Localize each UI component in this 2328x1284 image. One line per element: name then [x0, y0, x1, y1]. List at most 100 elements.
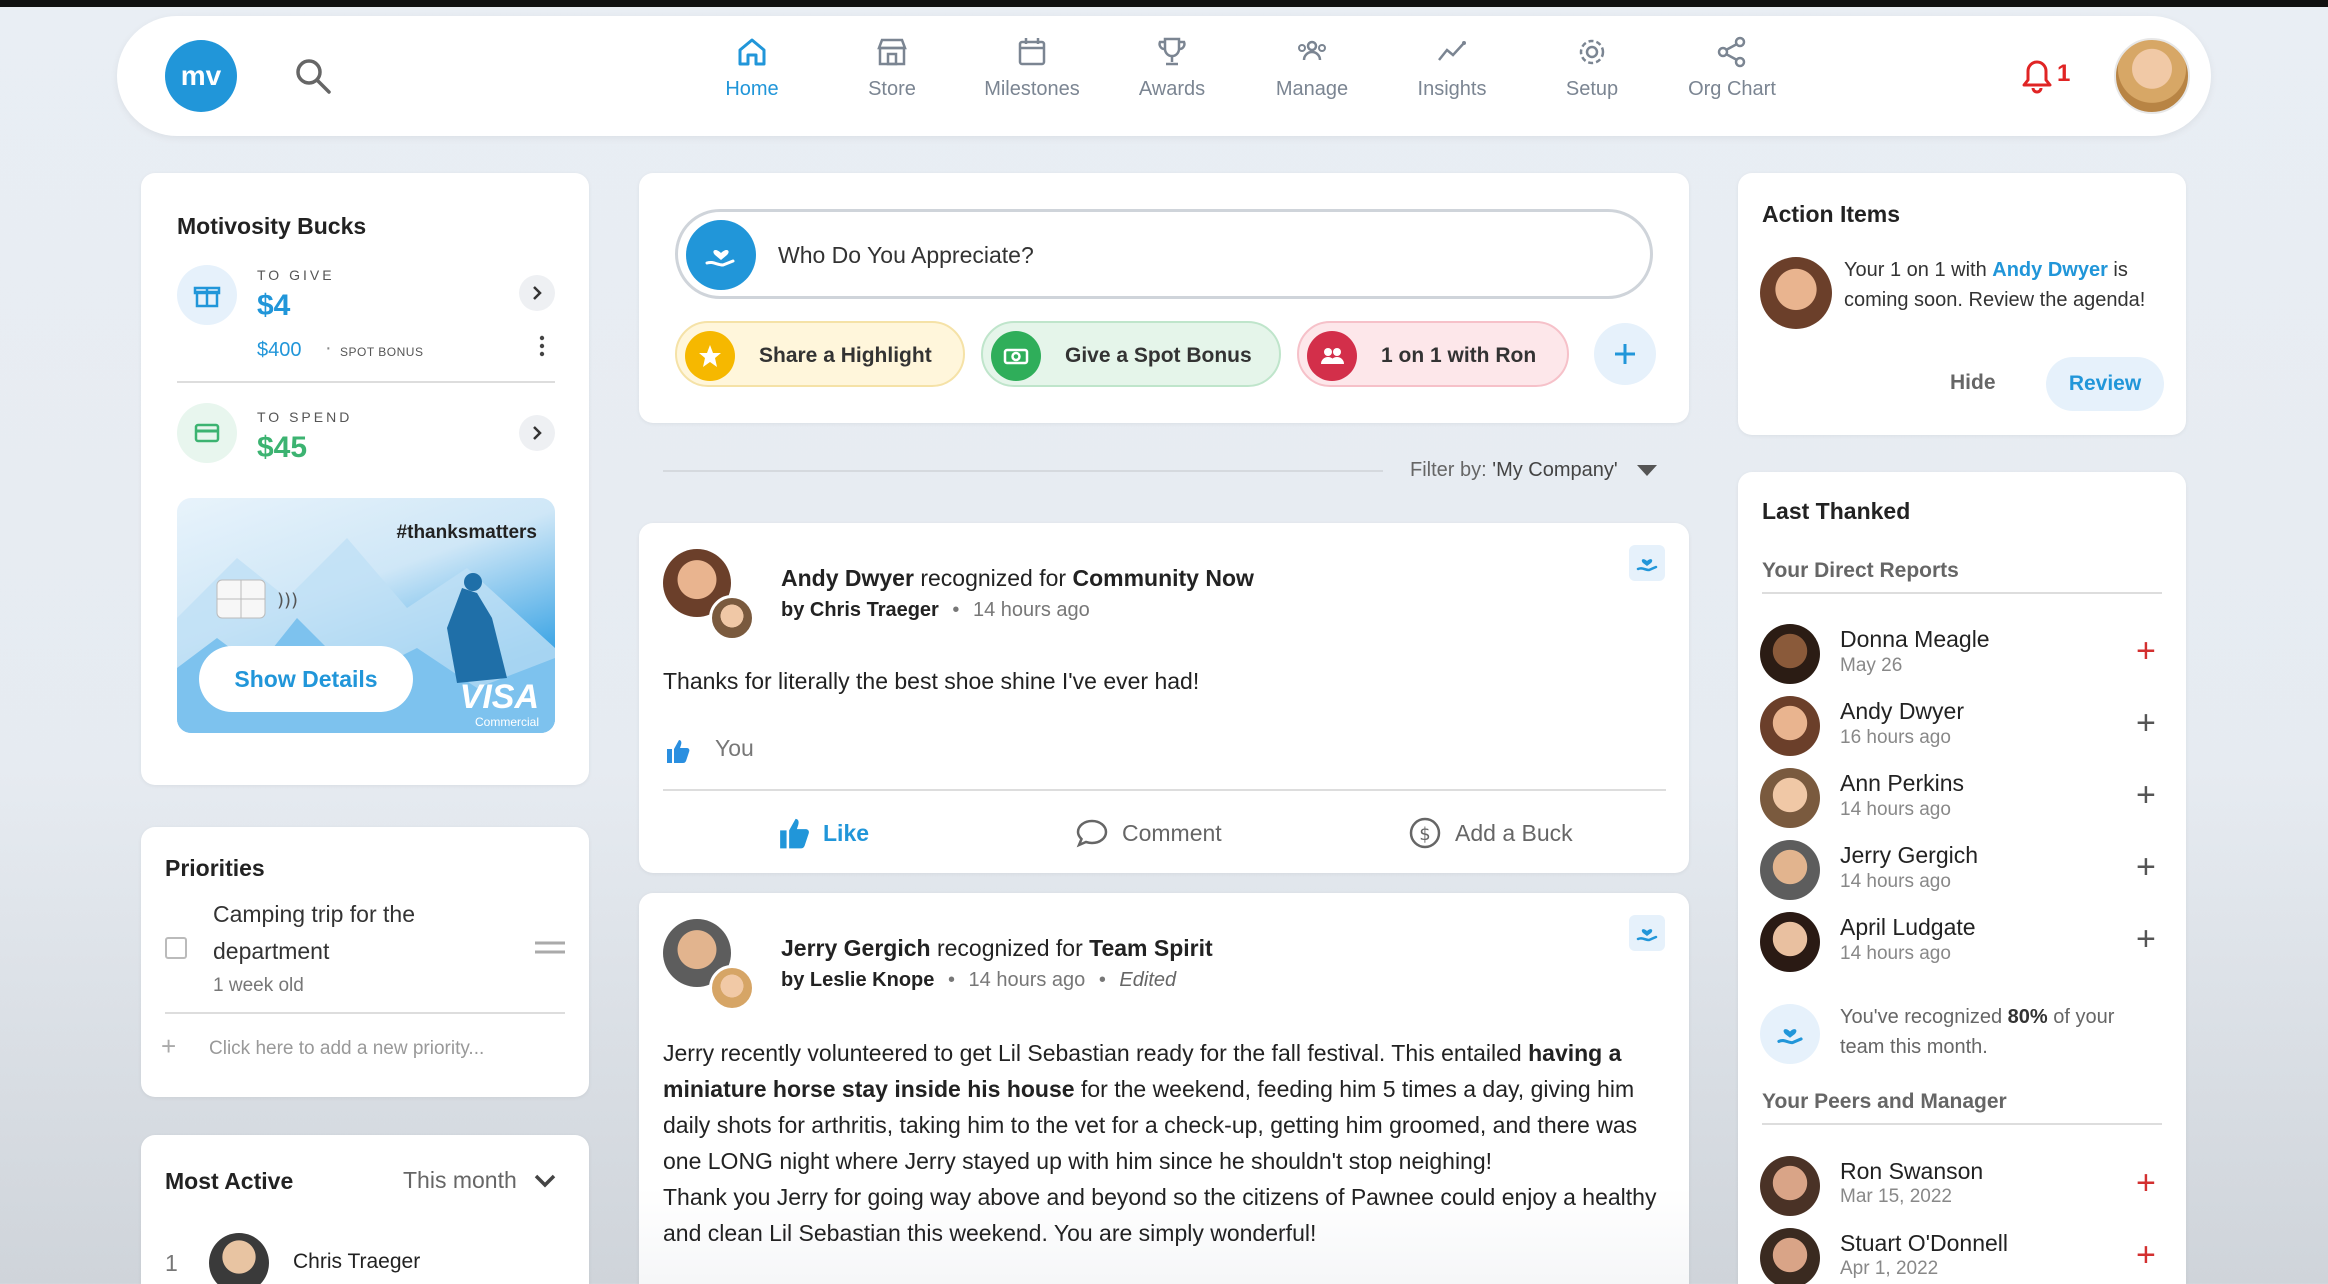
avatar[interactable] — [709, 595, 755, 641]
give-spot-bonus-button[interactable]: Give a Spot Bonus — [981, 321, 1281, 387]
chevron-down-icon[interactable] — [533, 1173, 557, 1189]
person-name[interactable]: April Ludgate — [1840, 914, 1976, 941]
thank-plus-icon[interactable]: + — [2136, 922, 2156, 956]
giver-name[interactable]: by Leslie Knope — [781, 969, 934, 991]
last-thanked-title: Last Thanked — [1762, 498, 1911, 524]
add-icon[interactable]: + — [161, 1031, 176, 1062]
giver-name[interactable]: by Chris Traeger — [781, 599, 939, 621]
thank-plus-icon[interactable]: + — [2136, 850, 2156, 884]
person-name[interactable]: Jerry Gergich — [1840, 842, 1978, 869]
appreciate-prompt: Who Do You Appreciate? — [778, 242, 1034, 268]
period-dropdown[interactable]: This month — [403, 1167, 517, 1194]
to-give-row[interactable]: TO GIVE $4 $400 · SPOT BONUS — [177, 265, 555, 365]
to-spend-row[interactable]: TO SPEND $45 — [177, 403, 555, 473]
thanked-date: 14 hours ago — [1840, 799, 1951, 820]
card-hashtag: #thanksmatters — [396, 522, 537, 543]
person-name[interactable]: Ron Swanson — [1840, 1158, 1983, 1185]
review-button[interactable]: Review — [2046, 357, 2164, 411]
person-name[interactable]: Andy Dwyer — [1840, 698, 1964, 725]
nav-store[interactable]: Store — [822, 34, 962, 101]
chevron-right-icon — [533, 286, 542, 300]
avatar[interactable] — [1760, 840, 1820, 900]
action-link[interactable]: Andy Dwyer — [1992, 259, 2108, 281]
hide-button[interactable]: Hide — [1950, 371, 1996, 395]
post-body: Thanks for literally the best shoe shine… — [663, 668, 1200, 694]
thank-plus-icon[interactable]: + — [2136, 1238, 2156, 1272]
dollar-icon: $ — [1409, 817, 1441, 849]
value-name[interactable]: Team Spirit — [1089, 935, 1213, 961]
person-name[interactable]: Stuart O'Donnell — [1840, 1230, 2008, 1257]
nav-manage[interactable]: Manage — [1242, 34, 1382, 101]
calendar-icon — [1018, 38, 1046, 66]
nav-awards[interactable]: Awards — [1102, 34, 1242, 101]
share-highlight-button[interactable]: Share a Highlight — [675, 321, 965, 387]
nav-label: Store — [868, 78, 916, 100]
notification-count: 1 — [2057, 60, 2071, 87]
thank-plus-icon[interactable]: + — [2136, 706, 2156, 740]
avatar[interactable] — [1760, 624, 1820, 684]
edited-label: Edited — [1119, 969, 1177, 991]
like-button[interactable]: Like — [775, 815, 869, 851]
add-buck-button[interactable]: $ Add a Buck — [1407, 815, 1573, 851]
spot-bonus-amount: $400 — [257, 339, 302, 361]
avatar[interactable] — [1760, 696, 1820, 756]
nav-milestones[interactable]: Milestones — [962, 34, 1102, 101]
nav-label: Milestones — [984, 78, 1080, 100]
pill-label: Share a Highlight — [759, 344, 932, 367]
avatar[interactable] — [709, 965, 755, 1011]
money-icon — [991, 331, 1041, 381]
user-avatar[interactable] — [2114, 38, 2190, 114]
comment-button[interactable]: Comment — [1074, 815, 1222, 851]
priority-checkbox[interactable] — [165, 937, 187, 959]
thanked-date: 16 hours ago — [1840, 727, 1951, 748]
motivosity-bucks-card: Motivosity Bucks TO GIVE $4 $400 · SPOT … — [141, 173, 589, 785]
post-title: Jerry Gergich recognized for Team Spirit — [781, 935, 1213, 962]
most-active-name: Chris Traeger — [293, 1250, 421, 1273]
appreciate-input[interactable]: Who Do You Appreciate? — [675, 209, 1653, 299]
thank-plus-icon[interactable]: + — [2136, 778, 2156, 812]
filter-dropdown[interactable]: Filter by: 'My Company' — [1410, 459, 1658, 482]
avatar[interactable] — [1760, 1156, 1820, 1216]
plus-icon — [1615, 344, 1635, 364]
dot-separator: · — [325, 337, 332, 359]
pill-label: 1 on 1 with Ron — [1381, 344, 1537, 367]
dot-separator: • — [1098, 969, 1106, 991]
show-details-button[interactable]: Show Details — [199, 646, 413, 712]
post-body: Jerry recently volunteered to get Lil Se… — [663, 1035, 1663, 1251]
more-actions-button[interactable] — [1594, 323, 1656, 385]
thumbs-up-icon — [780, 818, 809, 849]
to-give-amount: $4 — [257, 289, 291, 322]
add-priority-input[interactable]: Click here to add a new priority... — [209, 1038, 484, 1060]
avatar[interactable] — [1760, 768, 1820, 828]
nav-insights[interactable]: Insights — [1382, 34, 1522, 101]
nav-org-chart[interactable]: Org Chart — [1662, 34, 1802, 101]
thank-plus-icon[interactable]: + — [2136, 634, 2156, 668]
avatar[interactable] — [1760, 1228, 1820, 1284]
add-buck-label: Add a Buck — [1455, 819, 1573, 846]
section-divider — [1762, 592, 2162, 594]
thank-plus-icon[interactable]: + — [2136, 1166, 2156, 1200]
last-thanked-card: Last Thanked Your Direct Reports Donna M… — [1738, 472, 2186, 1284]
drag-handle-icon[interactable] — [535, 939, 565, 957]
recipient-name[interactable]: Andy Dwyer — [781, 565, 914, 591]
avatar[interactable] — [1760, 912, 1820, 972]
bell-icon[interactable] — [2017, 56, 2057, 96]
priority-text-line2: department — [213, 938, 330, 964]
more-icon[interactable] — [539, 335, 545, 357]
to-spend-arrow[interactable] — [519, 415, 555, 451]
one-on-one-button[interactable]: 1 on 1 with Ron — [1297, 321, 1569, 387]
to-give-arrow[interactable] — [519, 275, 555, 311]
person-name[interactable]: Donna Meagle — [1840, 626, 1990, 653]
nav-setup[interactable]: Setup — [1522, 34, 1662, 101]
filter-label: Filter by: — [1410, 459, 1487, 481]
gear-icon — [1579, 39, 1605, 65]
avatar[interactable] — [1760, 257, 1832, 329]
post-title: Andy Dwyer recognized for Community Now — [781, 565, 1254, 592]
thanked-date: May 26 — [1840, 655, 1903, 676]
filter-value: 'My Company' — [1492, 459, 1618, 481]
likers[interactable]: You — [715, 735, 754, 762]
nav-home[interactable]: Home — [682, 34, 822, 101]
person-name[interactable]: Ann Perkins — [1840, 770, 1964, 797]
value-name[interactable]: Community Now — [1072, 565, 1253, 591]
recipient-name[interactable]: Jerry Gergich — [781, 935, 931, 961]
